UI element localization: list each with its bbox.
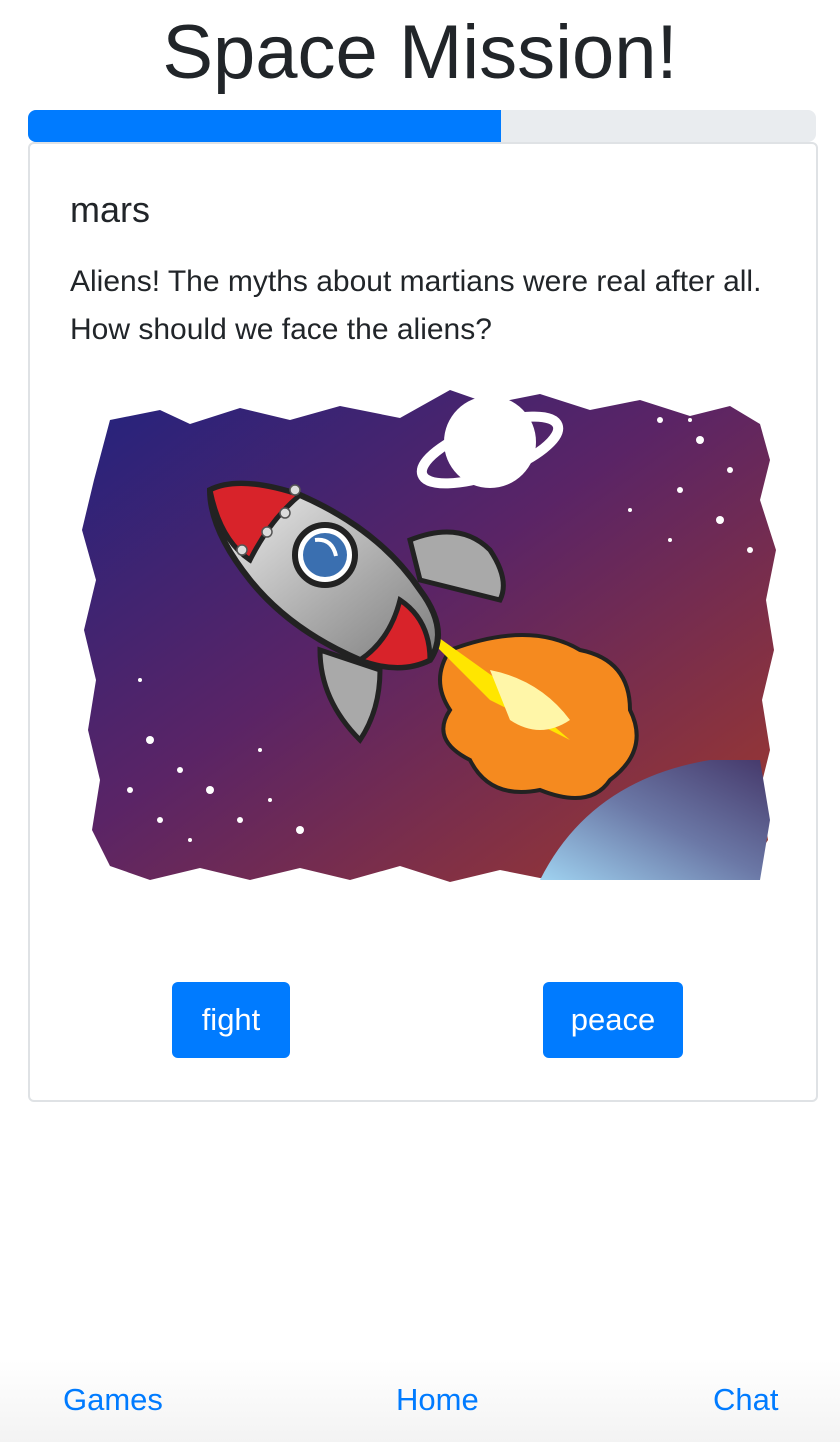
nav-chat-link[interactable]: Chat: [713, 1380, 778, 1420]
progress-bar: [28, 110, 816, 142]
progress-fill: [28, 110, 501, 142]
bottom-nav: Games Home Chat: [0, 1360, 840, 1442]
nav-home-link[interactable]: Home: [396, 1380, 479, 1420]
question-card: mars Aliens! The myths about martians we…: [28, 142, 818, 1102]
fight-button[interactable]: fight: [172, 982, 290, 1058]
rocket-illustration: [82, 390, 776, 882]
nav-games-link[interactable]: Games: [63, 1380, 163, 1420]
peace-button[interactable]: peace: [543, 982, 683, 1058]
card-title: mars: [70, 189, 150, 230]
page-title: Space Mission!: [162, 10, 678, 95]
card-text: Aliens! The myths about martians were re…: [70, 265, 762, 346]
